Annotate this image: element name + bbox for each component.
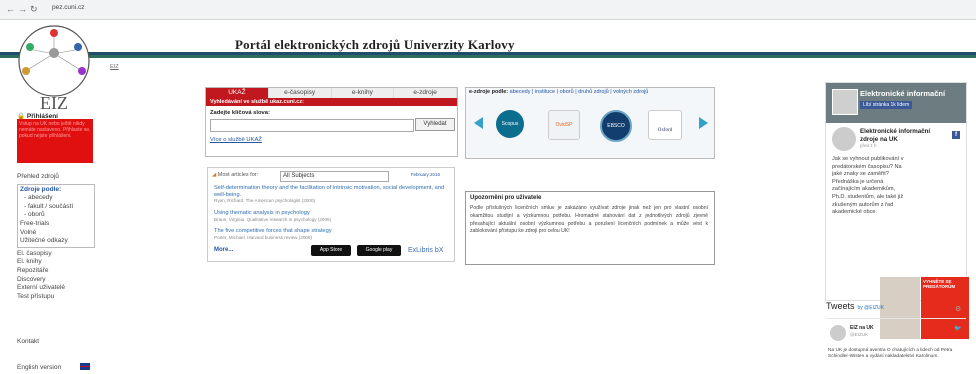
tweets-heading: Tweets by @EIZUK (826, 301, 884, 311)
post-text: Jak se vyhnout publikování v predátorské… (832, 156, 904, 216)
tweet-text: Na UK je dostupná aventra O chatujících … (828, 348, 953, 360)
eiz-logo[interactable]: EIZ (12, 23, 96, 113)
facebook-header[interactable]: Elektronické informační Líbí stránka 1k … (826, 83, 966, 123)
breadcrumb[interactable]: EIZ (110, 64, 119, 70)
tweets-title: Tweets (826, 301, 855, 311)
login-warning: Vstup na UK nebo ještě nikdy nemáte nast… (17, 119, 93, 163)
tweet-avatar[interactable] (830, 325, 846, 341)
header-stripe-green (0, 55, 976, 58)
app-store-badge[interactable]: App Store (311, 245, 351, 256)
ebsco-logo[interactable]: EBSCO (600, 110, 632, 142)
exlibris-logo[interactable]: ExLibris bX (408, 247, 443, 254)
sidebar-item-contact[interactable]: Kontakt (17, 338, 39, 345)
sidebar-item-free-trials[interactable]: Free-trials (20, 220, 92, 229)
esources-carousel: e-zdroje podle: abecedy | instituce | ob… (465, 87, 715, 159)
search-panel: UKAŽ e-časopisy e-knihy e-zdroje Vyhledá… (205, 87, 458, 157)
page-avatar[interactable] (832, 89, 858, 115)
sidebar-item-useful-links[interactable]: Užitečné odkazy (20, 237, 92, 246)
address-bar[interactable]: pez.cuni.cz (52, 4, 85, 11)
bx-logo-icon: ◢ (212, 172, 217, 178)
sidebar-group-sources: Zdroje podle: - abecedy - fakult / součá… (17, 183, 95, 248)
sidebar-item-external-users[interactable]: Externí uživatelé (17, 284, 95, 293)
facebook-like-button[interactable]: Líbí stránka 1k lidem (860, 101, 913, 109)
logo-text: EIZ (40, 93, 68, 113)
sidebar-nav: Přehled zdrojů Zdroje podle: - abecedy -… (17, 173, 95, 301)
article-author: Braun, Virginia. Qualitative research in… (214, 216, 332, 222)
reload-icon[interactable]: ↻ (30, 4, 38, 15)
user-notice: Upozornění pro uživatele Podle příslušný… (465, 191, 715, 265)
esources-label: e-zdroje podle: (469, 89, 509, 95)
sidebar-item-ejournals[interactable]: El. časopisy (17, 250, 95, 259)
sidebar-item-field[interactable]: - oborů (20, 211, 92, 220)
forward-icon[interactable]: → (18, 4, 27, 14)
facebook-page-name[interactable]: Elektronické informační (860, 89, 945, 98)
tab-ukaz[interactable]: UKAŽ (206, 88, 269, 98)
search-bar-heading: Vyhledávání ve službě ukaz.cuni.cz: (206, 98, 457, 106)
back-icon[interactable]: ← (6, 4, 15, 14)
article-item[interactable]: Self-determination theory and the facili… (214, 185, 446, 205)
twitter-bird-icon: 🐦 (954, 326, 962, 332)
scopus-logo[interactable]: Scopus (496, 110, 524, 138)
oxford-logo[interactable]: Oxford (648, 110, 682, 140)
subject-select[interactable]: All Subjects (280, 171, 389, 182)
uk-flag-icon[interactable] (80, 363, 90, 370)
facebook-icon: f (952, 131, 960, 139)
bx-recommender-widget: ◢ Most articles for: All Subjects Februa… (207, 167, 455, 262)
ovid-logo[interactable]: OvidSP (548, 110, 580, 140)
next-arrow-icon[interactable] (699, 117, 708, 129)
article-item[interactable]: Using thematic analysis in psychology Br… (214, 210, 446, 223)
article-title[interactable]: Self-determination theory and the facili… (214, 185, 446, 198)
sidebar-item-free[interactable]: Volné (20, 229, 92, 238)
most-cited-text: Most articles for: (217, 172, 259, 178)
google-play-badge[interactable]: Google play (357, 245, 401, 256)
english-version-link[interactable]: English version (17, 364, 61, 371)
tweet-item: EIZ na UK @EIZUK 🐦 Na UK je dostupná ave… (826, 318, 966, 374)
esources-links: e-zdroje podle: abecedy | instituce | ob… (469, 89, 648, 95)
tweets-by[interactable]: by @EIZUK (858, 305, 884, 311)
page-title: Portál elektronických zdrojů Univerzity … (235, 37, 515, 52)
sidebar-item-access-test[interactable]: Test přístupu (17, 293, 95, 302)
sidebar-item-overview[interactable]: Přehled zdrojů (17, 173, 95, 182)
article-author: Porter, Michael. Harvard business review… (214, 234, 313, 240)
post-author[interactable]: Elektronické informační zdroje na UK (860, 128, 940, 143)
search-button[interactable]: Vyhledat (415, 118, 455, 131)
sidebar-item-discovery[interactable]: Discovery (17, 276, 95, 285)
search-input[interactable] (210, 119, 414, 132)
post-avatar[interactable] (832, 127, 856, 151)
sidebar-header-sources: Zdroje podle: (20, 185, 62, 193)
search-label: Zadejte klíčová slova: (210, 110, 270, 116)
article-item[interactable]: The five competitive forces that shape s… (214, 228, 446, 241)
notice-text: Podle příslušných licenčních smluv je za… (470, 205, 708, 235)
tab-ebooks[interactable]: e-knihy (331, 88, 395, 98)
facebook-widget: Elektronické informační Líbí stránka 1k … (825, 82, 969, 339)
browser-toolbar: ← → ↻ pez.cuni.cz (0, 0, 976, 20)
more-link[interactable]: More... (214, 247, 233, 253)
notice-heading: Upozornění pro uživatele (470, 195, 542, 201)
sidebar-item-ebooks[interactable]: El. knihy (17, 258, 95, 267)
gear-icon[interactable]: ⚙ (955, 305, 961, 313)
esources-link-list[interactable]: abecedy | instituce | oborů | druhů zdro… (510, 89, 649, 95)
tweet-handle[interactable]: @EIZUK (850, 332, 868, 337)
tweet-name[interactable]: EIZ na UK (850, 325, 874, 331)
sidebar-item-repositories[interactable]: Repozitáře (17, 267, 95, 276)
ukaz-more-link[interactable]: Více o službě UKAŽ (210, 137, 262, 143)
sidebar-item-alphabet[interactable]: - abecedy (20, 194, 92, 203)
tab-ejournals[interactable]: e-časopisy (268, 88, 332, 98)
tab-esources[interactable]: e-zdroje (394, 88, 457, 98)
article-author: Ryan, Richard. The American psychologist… (214, 198, 316, 203)
post-date: před 1 h (860, 143, 877, 148)
month-label: February 2016 (410, 172, 440, 177)
prev-arrow-icon[interactable] (474, 117, 483, 129)
